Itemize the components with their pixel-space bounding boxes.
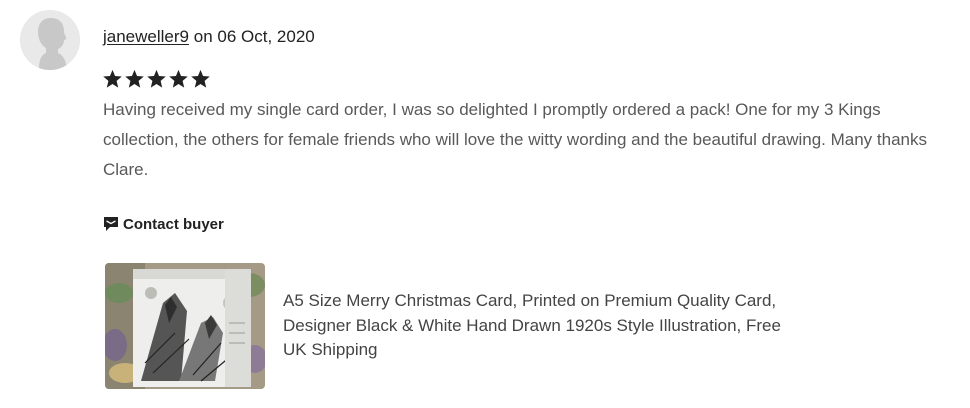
date-prefix: on	[193, 27, 213, 46]
star-icon	[169, 69, 188, 88]
avatar[interactable]	[20, 10, 80, 70]
contact-buyer-label: Contact buyer	[123, 215, 224, 233]
review-card: janeweller9 on 06 Oct, 2020 Having recei…	[0, 0, 970, 408]
reviewer-username-link[interactable]: janeweller9	[103, 27, 189, 46]
star-icon	[147, 69, 166, 88]
contact-buyer-button[interactable]: Contact buyer	[103, 213, 224, 235]
star-icon	[191, 69, 210, 88]
review-date: 06 Oct, 2020	[217, 27, 315, 46]
message-icon	[104, 217, 118, 231]
listing-title[interactable]: A5 Size Merry Christmas Card, Printed on…	[283, 289, 793, 363]
star-icon	[103, 69, 122, 88]
review-byline: janeweller9 on 06 Oct, 2020	[103, 26, 315, 48]
default-avatar-icon	[20, 10, 80, 70]
purchased-listing[interactable]: A5 Size Merry Christmas Card, Printed on…	[105, 263, 805, 389]
star-rating	[102, 67, 211, 91]
listing-thumbnail[interactable]	[105, 263, 265, 389]
review-text: Having received my single card order, I …	[103, 100, 927, 179]
star-icon	[125, 69, 144, 88]
